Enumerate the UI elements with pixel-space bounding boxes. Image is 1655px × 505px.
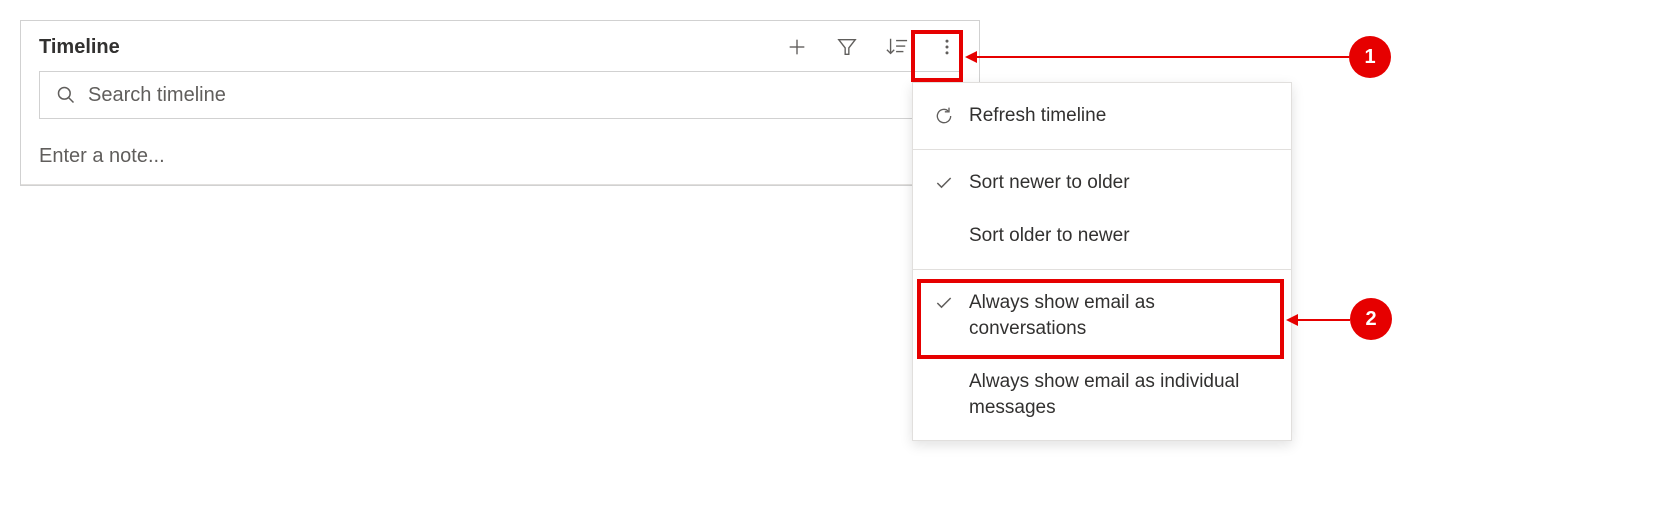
- timeline-title: Timeline: [39, 36, 120, 59]
- menu-item-email-conversations[interactable]: Always show email as conversations: [913, 276, 1291, 355]
- annotation-arrow-1: [965, 51, 977, 63]
- search-wrap: [21, 71, 979, 129]
- plus-icon: [786, 36, 808, 58]
- filter-icon: [836, 36, 858, 58]
- menu-label-email-indiv: Always show email as individual messages: [969, 369, 1271, 420]
- note-input[interactable]: [39, 145, 961, 168]
- timeline-header: Timeline: [21, 21, 979, 71]
- annotation-number-1: 1: [1364, 46, 1375, 69]
- sort-icon: [885, 36, 909, 58]
- annotation-badge-2: 2: [1350, 298, 1392, 340]
- sort-button[interactable]: [883, 33, 911, 61]
- more-vertical-icon: [937, 36, 957, 58]
- empty-icon: [933, 225, 955, 247]
- menu-label-sort-newer: Sort newer to older: [969, 170, 1130, 196]
- menu-item-sort-older[interactable]: Sort older to newer: [913, 209, 1291, 263]
- filter-button[interactable]: [833, 33, 861, 61]
- annotation-line-1: [977, 56, 1349, 58]
- dropdown-section-email: Always show email as conversations Alway…: [913, 270, 1291, 441]
- annotation-arrow-2: [1286, 314, 1298, 326]
- timeline-toolbar: [783, 33, 961, 61]
- timeline-panel: Timeline: [20, 20, 980, 186]
- menu-label-email-conv: Always show email as conversations: [969, 290, 1271, 341]
- annotation-line-2: [1298, 319, 1350, 321]
- more-dropdown: Refresh timeline Sort newer to older Sor…: [912, 82, 1292, 441]
- search-input[interactable]: [88, 84, 944, 107]
- add-button[interactable]: [783, 33, 811, 61]
- search-input-container[interactable]: [39, 71, 961, 119]
- dropdown-section-sort: Sort newer to older Sort older to newer: [913, 150, 1291, 270]
- menu-item-refresh[interactable]: Refresh timeline: [913, 89, 1291, 143]
- note-row: [21, 129, 979, 185]
- menu-item-sort-newer[interactable]: Sort newer to older: [913, 156, 1291, 210]
- refresh-icon: [933, 105, 955, 127]
- menu-label-refresh: Refresh timeline: [969, 103, 1106, 129]
- check-icon: [933, 172, 955, 194]
- menu-label-sort-older: Sort older to newer: [969, 223, 1130, 249]
- check-icon: [933, 292, 955, 314]
- more-button[interactable]: [933, 33, 961, 61]
- menu-item-email-individual[interactable]: Always show email as individual messages: [913, 355, 1291, 434]
- annotation-badge-1: 1: [1349, 36, 1391, 78]
- dropdown-section-refresh: Refresh timeline: [913, 83, 1291, 150]
- empty-icon: [933, 371, 955, 393]
- annotation-number-2: 2: [1365, 308, 1376, 331]
- search-icon: [56, 85, 76, 105]
